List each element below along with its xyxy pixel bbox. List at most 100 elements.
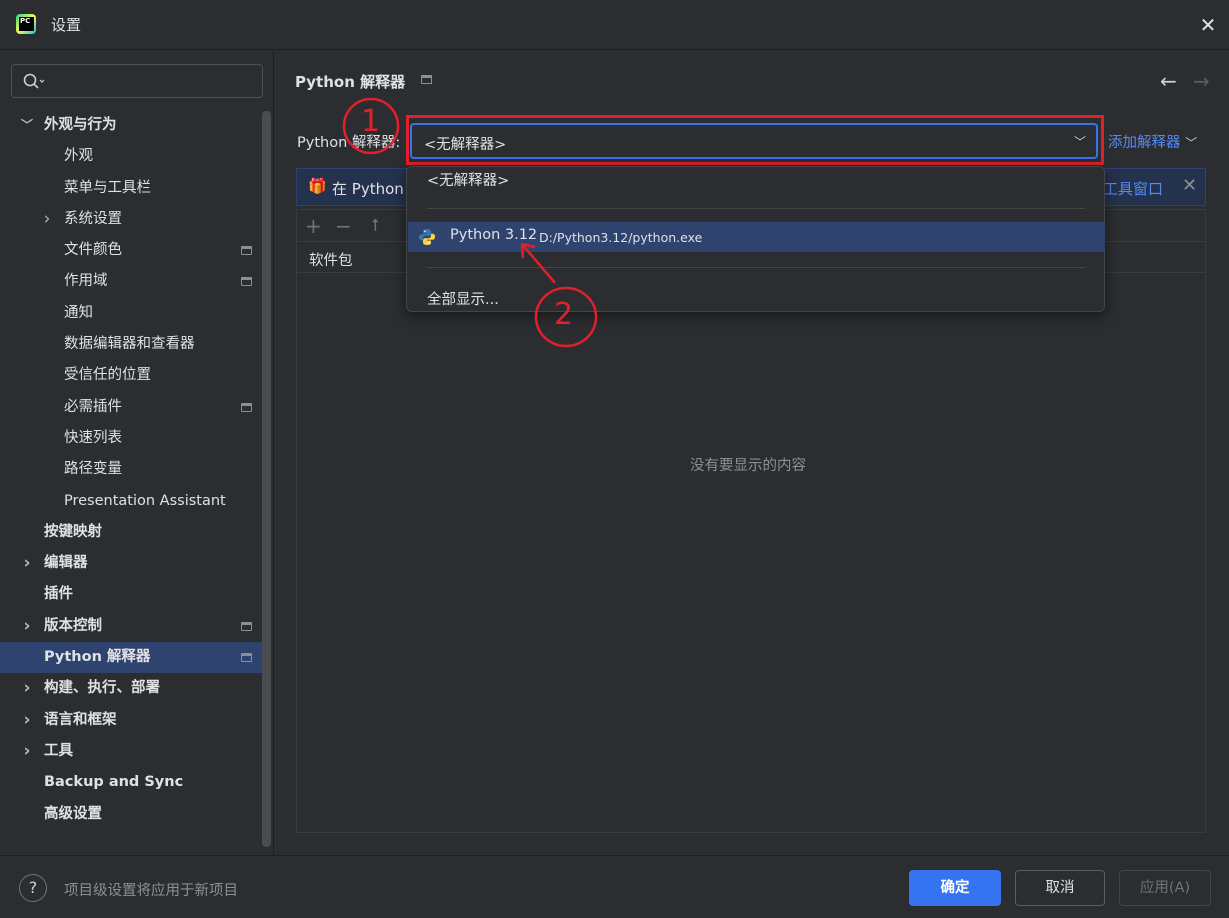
- settings-sidebar: ﹀ 外观与行为外观菜单与工具栏 › 系统设置文件颜色作用域通知数据编辑器和查看器 受信任…: [0, 51, 274, 855]
- add-icon[interactable]: +: [305, 214, 322, 238]
- dialog-footer: ? 项目级设置将应用于新项目 确定 取消 应用(A): [0, 855, 1229, 918]
- forward-arrow-icon[interactable]: →: [1193, 69, 1210, 93]
- sidebar-item[interactable]: › 语言和框架: [0, 705, 262, 736]
- settings-search-input[interactable]: [11, 64, 263, 98]
- sidebar-item-label: 构建、执行、部署: [44, 680, 160, 697]
- dropdown-separator: [427, 267, 1085, 268]
- close-icon[interactable]: ✕: [1197, 14, 1219, 36]
- footer-hint: 项目级设置将应用于新项目: [64, 883, 238, 899]
- annotation-number-1: 1: [361, 104, 381, 139]
- sidebar-item-label: 版本控制: [44, 617, 102, 634]
- sidebar-scrollbar[interactable]: [262, 111, 271, 847]
- sidebar-item-label: 受信任的位置: [64, 367, 151, 384]
- sidebar-item-label: 高级设置: [44, 805, 102, 822]
- sidebar-item-label: 菜单与工具栏: [64, 179, 151, 196]
- sidebar-item[interactable]: 数据编辑器和查看器: [0, 329, 262, 360]
- sidebar-item-label: 按键映射: [44, 523, 102, 540]
- sidebar-item[interactable]: 通知: [0, 298, 262, 329]
- dropdown-item-show-all[interactable]: 全部显示...: [427, 288, 499, 309]
- interpreter-label: Python 解释器:: [297, 135, 401, 151]
- sidebar-item-label: 编辑器: [44, 555, 88, 572]
- ok-button[interactable]: 确定: [909, 870, 1001, 906]
- sidebar-item[interactable]: 受信任的位置: [0, 360, 262, 391]
- sidebar-item[interactable]: › 构建、执行、部署: [0, 673, 262, 704]
- pycharm-app-icon: [16, 14, 36, 34]
- chevron-right-icon[interactable]: ›: [40, 204, 54, 235]
- python-logo-icon: [419, 229, 435, 245]
- project-level-icon: [241, 402, 252, 412]
- dropdown-item-python-name: Python 3.12: [450, 227, 538, 243]
- sidebar-item[interactable]: Presentation Assistant: [0, 486, 262, 517]
- sidebar-item[interactable]: 外观: [0, 141, 262, 172]
- sidebar-item-label: 通知: [64, 304, 93, 321]
- project-level-icon: [421, 75, 432, 84]
- sidebar-item-label: 数据编辑器和查看器: [64, 336, 195, 353]
- sidebar-item-label: 插件: [44, 586, 73, 603]
- close-icon[interactable]: ✕: [1182, 175, 1197, 196]
- sidebar-item-label: 系统设置: [64, 210, 122, 227]
- dropdown-item-python-312[interactable]: Python 3.12 D:/Python3.12/python.exe: [408, 222, 1105, 252]
- dropdown-item-python-path: D:/Python3.12/python.exe: [539, 230, 703, 245]
- interpreter-select[interactable]: <无解释器> ﹀: [410, 123, 1098, 159]
- sidebar-item[interactable]: Python 解释器: [0, 642, 262, 674]
- search-icon: [23, 73, 45, 89]
- project-level-icon: [241, 621, 252, 631]
- banner-text: 在 Python: [332, 180, 404, 198]
- chevron-right-icon[interactable]: ›: [20, 548, 34, 579]
- window-title: 设置: [51, 16, 82, 34]
- sidebar-item[interactable]: 快速列表: [0, 423, 262, 454]
- gift-icon: 🎁: [308, 177, 327, 195]
- sidebar-item[interactable]: Backup and Sync: [0, 767, 262, 798]
- interpreter-select-value: <无解释器>: [424, 137, 507, 153]
- sidebar-item[interactable]: 必需插件: [0, 392, 262, 423]
- settings-tree: ﹀ 外观与行为外观菜单与工具栏 › 系统设置文件颜色作用域通知数据编辑器和查看器 受信任…: [0, 110, 262, 830]
- chevron-right-icon[interactable]: ›: [20, 673, 34, 704]
- sidebar-item-label: 工具: [44, 742, 73, 759]
- sidebar-item[interactable]: › 系统设置: [0, 204, 262, 235]
- sidebar-item-label: 快速列表: [64, 429, 122, 446]
- sidebar-item-label: 语言和框架: [44, 711, 117, 728]
- back-arrow-icon[interactable]: ←: [1160, 69, 1177, 93]
- sidebar-item-label: Python 解释器: [44, 649, 151, 666]
- chevron-down-icon: ﹀: [1185, 136, 1198, 150]
- sidebar-item[interactable]: › 版本控制: [0, 611, 262, 642]
- sidebar-item-label: 必需插件: [64, 398, 122, 415]
- remove-icon[interactable]: −: [335, 214, 352, 238]
- sidebar-item[interactable]: › 编辑器: [0, 548, 262, 579]
- sidebar-item-label: 文件颜色: [64, 242, 122, 259]
- chevron-down-icon[interactable]: ﹀: [20, 110, 34, 141]
- sidebar-item-label: 路径变量: [64, 461, 122, 478]
- sidebar-item-label: 作用域: [64, 273, 108, 290]
- sidebar-item[interactable]: ﹀ 外观与行为: [0, 110, 262, 141]
- packages-column-header: 软件包: [309, 253, 353, 269]
- add-interpreter-link[interactable]: 添加解释器 ﹀: [1108, 131, 1197, 152]
- sidebar-item[interactable]: › 工具: [0, 736, 262, 767]
- sidebar-item[interactable]: 高级设置: [0, 799, 262, 830]
- sidebar-item[interactable]: 菜单与工具栏: [0, 173, 262, 204]
- upgrade-icon[interactable]: ⭡: [371, 216, 379, 236]
- dropdown-item-no-interpreter[interactable]: <无解释器>: [427, 169, 509, 190]
- sidebar-item[interactable]: 按键映射: [0, 517, 262, 548]
- apply-button[interactable]: 应用(A): [1119, 870, 1211, 906]
- sidebar-item[interactable]: 路径变量: [0, 454, 262, 485]
- title-bar: 设置 ✕: [0, 0, 1229, 50]
- chevron-right-icon[interactable]: ›: [20, 705, 34, 736]
- sidebar-item[interactable]: 作用域: [0, 266, 262, 297]
- empty-state-text: 没有要显示的内容: [690, 458, 806, 474]
- sidebar-item-label: 外观与行为: [44, 117, 117, 133]
- chevron-right-icon[interactable]: ›: [20, 736, 34, 767]
- chevron-right-icon[interactable]: ›: [20, 611, 34, 642]
- interpreter-dropdown: <无解释器> Python 3.12 D:/Python3.12/python.…: [406, 166, 1105, 312]
- chevron-down-icon: ﹀: [1073, 135, 1086, 149]
- banner-link[interactable]: 工具窗口: [1103, 178, 1163, 199]
- sidebar-item-label: Backup and Sync: [44, 774, 184, 791]
- sidebar-item[interactable]: 插件: [0, 579, 262, 610]
- page-title: Python 解释器: [295, 73, 406, 91]
- sidebar-item[interactable]: 文件颜色: [0, 235, 262, 266]
- help-icon[interactable]: ?: [19, 874, 47, 902]
- cancel-button[interactable]: 取消: [1015, 870, 1105, 906]
- sidebar-item-label: 外观: [64, 148, 93, 165]
- dropdown-separator: [427, 208, 1085, 209]
- annotation-number-2: 2: [554, 297, 574, 332]
- project-level-icon: [241, 246, 252, 256]
